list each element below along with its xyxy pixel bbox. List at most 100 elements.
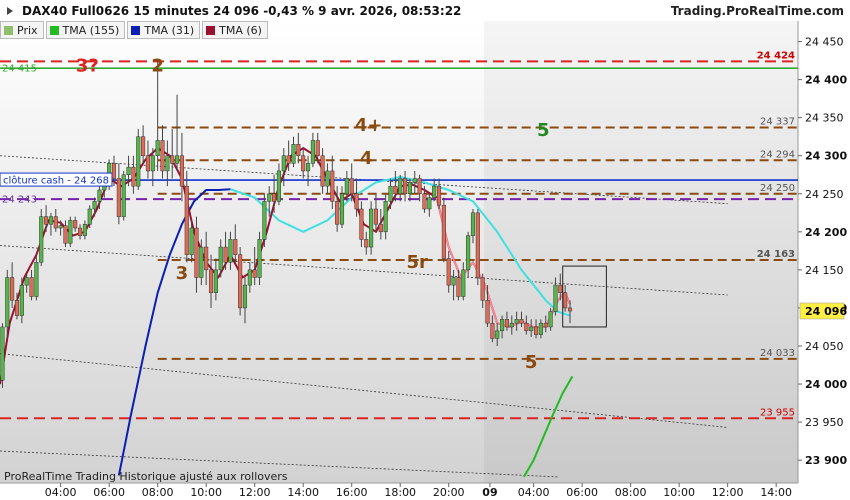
candle-body	[470, 212, 476, 236]
legend-item-prix[interactable]: Prix	[0, 21, 44, 39]
candle-body	[24, 277, 29, 286]
candle-body	[155, 140, 160, 156]
candle-body	[257, 239, 262, 278]
level-24415-label: 24 415	[2, 64, 37, 75]
candle-body	[44, 216, 49, 225]
candle-body	[339, 193, 345, 225]
x-tick-label: 04:00	[45, 486, 77, 499]
y-tick-label: 24 000	[805, 378, 847, 391]
candle-body	[58, 225, 63, 229]
instrument-header: DAX40 Full0626 15 minutes 24 096 -0,43 %…	[22, 4, 462, 18]
level-24294-label: 24 294	[760, 149, 795, 160]
candle-body	[179, 155, 184, 187]
candle-body	[276, 170, 281, 202]
y-tick-label: 24 350	[805, 112, 844, 125]
legend-swatch	[131, 25, 141, 35]
candle-body	[558, 284, 563, 293]
candle-body	[305, 163, 311, 172]
legend-label: TMA (155)	[62, 23, 120, 37]
candle-body	[213, 269, 218, 293]
candle-body	[77, 227, 83, 236]
candle-body	[160, 140, 165, 172]
candle-body	[116, 178, 121, 217]
candle-body	[19, 284, 24, 316]
candle-body	[500, 319, 505, 332]
candle-body	[296, 144, 301, 156]
x-tick-label: 12:00	[239, 486, 271, 499]
candle-body	[432, 185, 437, 198]
candle-body	[548, 311, 553, 328]
wave-label: 5r	[406, 252, 428, 273]
candle-body	[286, 155, 291, 164]
candle-body	[533, 326, 539, 335]
candle-body	[524, 322, 529, 332]
candle-body	[121, 174, 126, 217]
candle-body	[223, 246, 228, 263]
y-tick-label: 24 200	[805, 226, 847, 239]
candle-body	[131, 166, 136, 187]
candle-body	[373, 208, 379, 225]
x-tick-label: 09	[482, 486, 497, 499]
candle-body	[567, 307, 573, 312]
x-tick-label: 06:00	[566, 486, 598, 499]
price-chart[interactable]: 3? 2 4+ 5 4 3 5r 5 24 424 24 415 24 337 24 294 clôt…	[0, 0, 850, 500]
candle-body	[141, 136, 146, 156]
candle-body	[175, 155, 180, 164]
candle-body	[145, 155, 151, 172]
candle-body	[504, 319, 509, 328]
candle-body	[252, 269, 257, 278]
x-tick-label: 10:00	[190, 486, 222, 499]
candle-body	[170, 155, 175, 164]
level-23955-label: 23 955	[760, 407, 795, 418]
candle-body	[218, 246, 223, 271]
x-tick-label: 08:00	[142, 486, 174, 499]
candle-body	[514, 319, 519, 324]
legend-swatch	[49, 25, 59, 35]
wave-label: 5	[525, 352, 538, 373]
level-24250-label: 24 250	[760, 183, 795, 194]
candle-body	[407, 182, 412, 195]
legend-item-tma-31[interactable]: TMA (31)	[127, 21, 201, 39]
x-tick-label: 12:00	[712, 486, 744, 499]
legend-item-tma-6[interactable]: TMA (6)	[202, 21, 268, 39]
candle-body	[5, 277, 10, 328]
collapse-arrow-icon[interactable]	[3, 3, 17, 17]
level-24243-label: 24 243	[2, 195, 37, 206]
candle-body	[73, 220, 78, 229]
x-tick-label: 14:00	[760, 486, 792, 499]
candle-body	[291, 144, 296, 164]
candle-body	[228, 239, 233, 263]
candle-body	[538, 322, 543, 335]
candle-body	[485, 300, 490, 324]
level-24424-label: 24 424	[757, 50, 795, 61]
x-tick-label: 18:00	[384, 486, 416, 499]
y-tick-label: 24 400	[805, 74, 847, 87]
candle-body	[354, 193, 359, 210]
candle-body	[194, 227, 199, 278]
candle-body	[466, 235, 471, 271]
candle-body	[427, 197, 432, 210]
x-tick-label: 20:00	[433, 486, 465, 499]
candle-body	[315, 140, 320, 156]
legend-item-tma-155[interactable]: TMA (155)	[45, 21, 126, 39]
candle-body	[87, 208, 92, 225]
candle-body	[446, 258, 451, 286]
candle-body	[53, 216, 58, 229]
candle-body	[92, 201, 97, 210]
level-24268-label: clôture cash - 24 268	[3, 175, 109, 187]
candle-body	[233, 239, 238, 255]
y-axis-panel	[798, 21, 850, 483]
wave-label: 2	[151, 55, 164, 76]
y-tick-label: 23 900	[805, 454, 847, 467]
indicator-legend: Prix TMA (155) TMA (31) TMA (6)	[0, 21, 270, 39]
candle-body	[272, 193, 277, 202]
candle-body	[529, 326, 534, 332]
candle-body	[267, 193, 272, 202]
candle-body	[417, 178, 422, 195]
legend-swatch	[4, 25, 13, 35]
y-tick-label: 24 450	[805, 36, 844, 49]
candle-body	[262, 201, 267, 240]
candle-body	[378, 223, 383, 233]
candle-body	[403, 178, 408, 195]
candle-body	[412, 178, 417, 183]
